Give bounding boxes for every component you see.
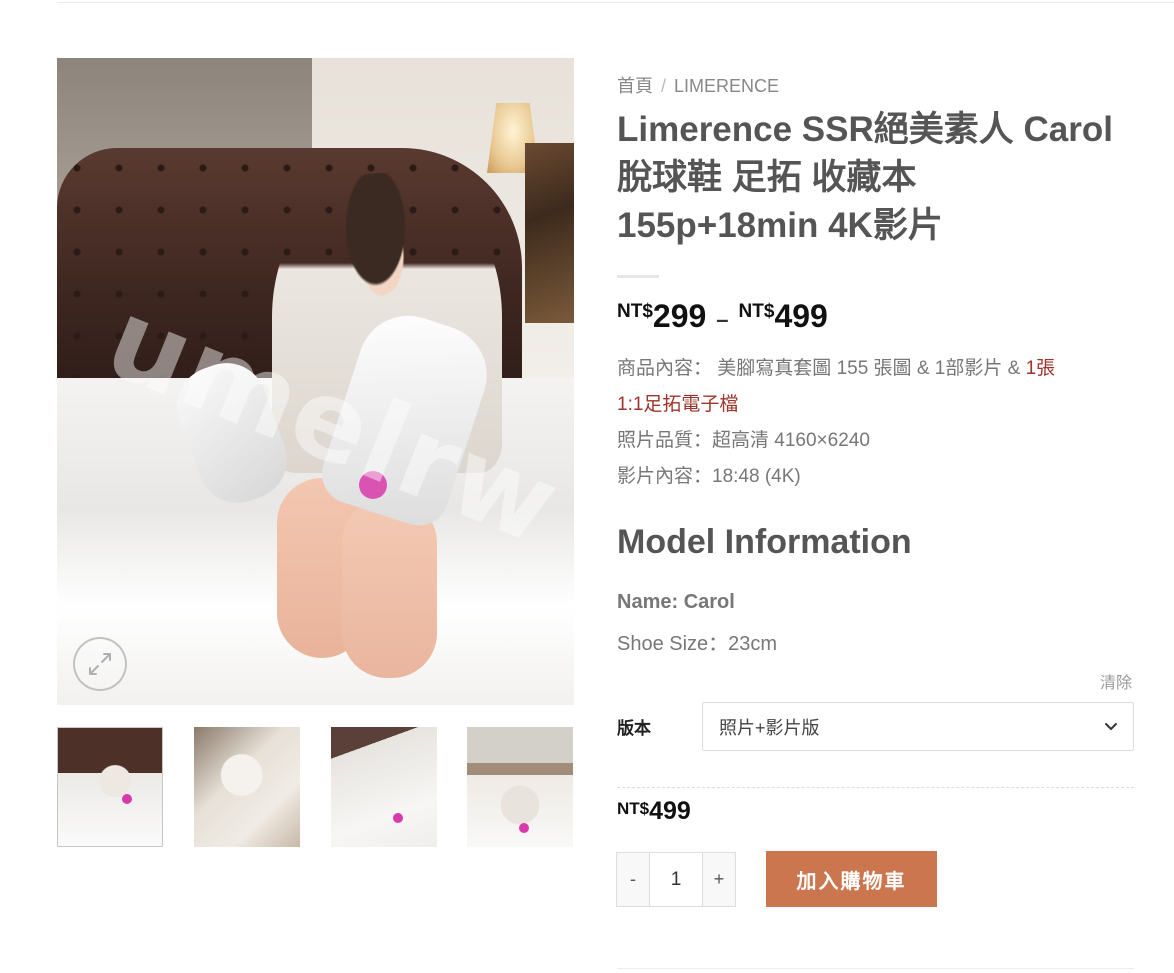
thumbnail-censor-dot	[393, 813, 403, 823]
price-separator: –	[716, 307, 729, 332]
description-highlight-2: 1:1足拓電子檔	[617, 394, 739, 415]
quantity-input[interactable]: 1	[649, 853, 703, 906]
thumbnail-image	[58, 728, 162, 846]
clear-variation-link[interactable]: 清除	[1100, 669, 1132, 693]
add-to-cart-button[interactable]: 加入購物車	[766, 851, 937, 907]
expand-icon	[89, 653, 111, 675]
description-content-value: 美腳寫真套圖 155 張圖 & 1部影片 &	[717, 358, 1026, 379]
description-content-label: 商品內容：	[617, 358, 713, 379]
chevron-down-icon	[1103, 716, 1119, 741]
breadcrumb-separator: /	[661, 76, 667, 96]
model-name: Name: Carol	[617, 591, 735, 613]
breadcrumb: 首頁 / LIMERENCE	[617, 72, 779, 98]
image-painting	[525, 143, 574, 323]
breadcrumb-category-link[interactable]: LIMERENCE	[674, 76, 779, 96]
breadcrumb-home-link[interactable]: 首頁	[617, 76, 653, 96]
thumbnail-censor-dot	[122, 794, 132, 804]
description-video: 影片內容：18:48 (4K)	[617, 466, 801, 487]
thumbnail-censor-dot	[519, 823, 529, 833]
product-title: Limerence SSR絕美素人 Carol 脫球鞋 足拓 收藏本 155p+…	[617, 106, 1137, 250]
product-title-line-1: Limerence SSR絕美素人 Carol	[617, 110, 1113, 149]
thumbnail-image	[331, 727, 437, 847]
selected-price-currency: NT$	[617, 799, 650, 818]
product-main-image[interactable]: umelrw	[57, 58, 574, 705]
price-min: 299	[652, 298, 707, 334]
description-highlight-1: 1張	[1025, 358, 1056, 379]
description-quality: 照片品質：超高清 4160×6240	[617, 430, 870, 451]
quantity-plus-button[interactable]: +	[703, 853, 735, 906]
variation-divider	[617, 787, 1134, 788]
header-divider	[57, 2, 1174, 3]
model-info-heading: Model Information	[617, 523, 912, 561]
price-max-currency: NT$	[738, 301, 775, 322]
model-shoe-size: Shoe Size：23cm	[617, 633, 778, 655]
thumbnail-1[interactable]	[57, 727, 163, 847]
product-title-line-2: 脫球鞋 足拓 收藏本	[617, 158, 917, 197]
selected-price-amount: 499	[649, 797, 691, 825]
thumbnail-3[interactable]	[331, 727, 437, 847]
product-title-line-3: 155p+18min 4K影片	[617, 206, 943, 245]
bottom-divider	[617, 968, 1134, 969]
description-content-line: 商品內容： 美腳寫真套圖 155 張圖 & 1部影片 & 1張	[617, 351, 1137, 387]
price-max: 499	[774, 298, 828, 334]
quantity-minus-button[interactable]: -	[617, 853, 649, 906]
product-description: 商品內容： 美腳寫真套圖 155 張圖 & 1部影片 & 1張 1:1足拓電子檔…	[617, 351, 1137, 495]
thumbnail-2[interactable]	[194, 727, 300, 847]
quantity-stepper: - 1 +	[616, 852, 736, 907]
selected-price: NT$499	[617, 797, 691, 826]
thumbnail-4[interactable]	[467, 727, 573, 847]
thumbnail-image	[194, 727, 300, 847]
variation-select[interactable]: 照片+影片版	[702, 702, 1134, 751]
zoom-button[interactable]	[73, 637, 127, 691]
price-min-currency: NT$	[617, 301, 653, 322]
price-range: NT$299– NT$499	[617, 298, 828, 335]
title-divider	[617, 275, 659, 278]
variation-selected-value: 照片+影片版	[719, 717, 820, 738]
variation-label: 版本	[617, 719, 651, 738]
